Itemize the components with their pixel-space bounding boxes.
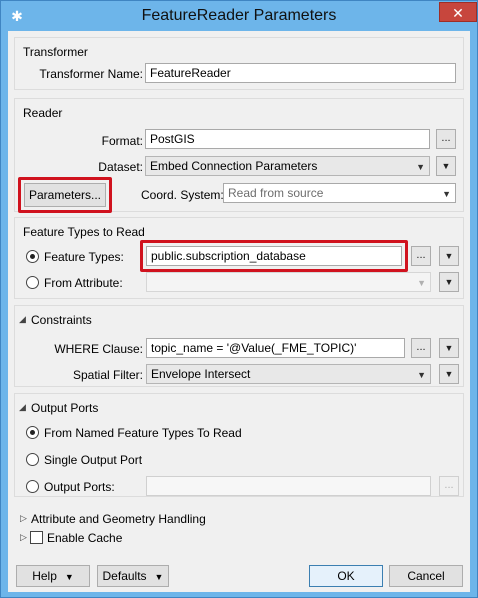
coord-system-combo[interactable]: Read from source ▼ [223,183,456,203]
dataset-label: Dataset: [98,160,143,174]
collapse-caret-icon[interactable]: ◢ [19,314,26,325]
expand-caret-icon[interactable]: ▷ [20,532,27,543]
defaults-button-label: Defaults [102,569,147,583]
format-label: Format: [101,134,143,148]
transformer-name-input[interactable]: FeatureReader [145,63,456,83]
spatial-filter-combo[interactable]: Envelope Intersect ▼ [146,364,431,384]
output-ports-ellipsis-button[interactable]: ... [439,476,459,496]
spatial-filter-label: Spatial Filter: [72,368,143,382]
feature-types-label: Feature Types: [44,250,124,264]
expand-caret-icon[interactable]: ▷ [20,513,27,524]
help-button[interactable]: Help ▼ [16,565,90,587]
single-output-port-label: Single Output Port [44,453,143,467]
defaults-button[interactable]: Defaults ▼ [97,565,169,587]
coord-system-label: Coord. System: [141,188,224,202]
dialog-window: ✱ FeatureReader Parameters ✕ Transformer… [0,0,478,598]
chevron-down-icon: ▼ [417,278,426,288]
output-ports-group-title: Output Ports [31,401,99,415]
window-title: FeatureReader Parameters [141,7,337,24]
transformer-group-title: Transformer [23,45,88,59]
title-bar[interactable]: ✱ FeatureReader Parameters ✕ [1,1,477,31]
single-output-port-radio[interactable] [26,453,39,466]
named-feature-types-radio[interactable] [26,426,39,439]
dataset-value: Embed Connection Parameters [150,159,318,173]
chevron-down-icon: ▼ [417,370,426,380]
where-clause-label: WHERE Clause: [54,342,143,356]
format-combo[interactable]: PostGIS [145,129,430,149]
format-value: PostGIS [150,132,195,146]
spatial-filter-value: Envelope Intersect [151,367,251,381]
parameters-button[interactable]: Parameters... [24,183,106,207]
close-button[interactable]: ✕ [439,2,477,22]
ok-button[interactable]: OK [309,565,383,587]
chevron-down-icon: ▼ [64,572,74,582]
format-ellipsis-button[interactable]: ... [436,129,456,149]
from-attribute-dropdown-button[interactable]: ▼ [439,272,459,292]
spatial-filter-dropdown-button[interactable]: ▼ [439,364,459,384]
output-ports-group: ◢ Output Ports From Named Feature Types … [14,393,464,497]
feature-types-dropdown-button[interactable]: ▼ [439,246,459,266]
chevron-down-icon: ▼ [442,189,451,199]
feature-types-input[interactable]: public.subscription_database [146,246,402,266]
chevron-down-icon: ▼ [416,162,425,172]
help-button-label: Help [32,569,57,583]
collapse-caret-icon[interactable]: ◢ [19,402,26,413]
constraints-group-title: Constraints [31,313,92,327]
from-attribute-radio[interactable] [26,276,39,289]
feature-types-radio[interactable] [26,250,39,263]
where-clause-input[interactable]: topic_name = '@Value(_FME_TOPIC)' [146,338,405,358]
dataset-combo[interactable]: Embed Connection Parameters ▼ [145,156,430,176]
coord-system-value: Read from source [228,186,324,200]
from-attribute-combo[interactable]: ▼ [146,272,431,292]
reader-group: Reader Format: PostGIS ... Dataset: Embe… [14,98,464,213]
feature-types-ellipsis-button[interactable]: ... [411,246,431,266]
named-feature-types-label: From Named Feature Types To Read [44,426,242,440]
output-ports-label: Output Ports: [44,480,115,494]
enable-cache-label: Enable Cache [47,531,123,545]
dialog-body: Transformer Transformer Name: FeatureRea… [8,31,470,592]
constraints-group: ◢ Constraints WHERE Clause: topic_name =… [14,305,464,387]
reader-group-title: Reader [23,106,63,120]
where-clause-ellipsis-button[interactable]: ... [411,338,431,358]
chevron-down-icon: ▼ [154,572,164,582]
dataset-dropdown-button[interactable]: ▼ [436,156,456,176]
transformer-name-label: Transformer Name: [39,67,143,81]
transformer-group: Transformer Transformer Name: FeatureRea… [14,37,464,90]
cancel-button[interactable]: Cancel [389,565,463,587]
feature-types-group: Feature Types to Read Feature Types: pub… [14,217,464,299]
from-attribute-label: From Attribute: [44,276,123,290]
output-ports-input[interactable] [146,476,431,496]
attribute-geometry-section[interactable]: Attribute and Geometry Handling [31,512,206,526]
where-clause-dropdown-button[interactable]: ▼ [439,338,459,358]
feature-types-group-title: Feature Types to Read [23,225,145,239]
enable-cache-checkbox[interactable] [30,531,43,544]
output-ports-radio[interactable] [26,480,39,493]
